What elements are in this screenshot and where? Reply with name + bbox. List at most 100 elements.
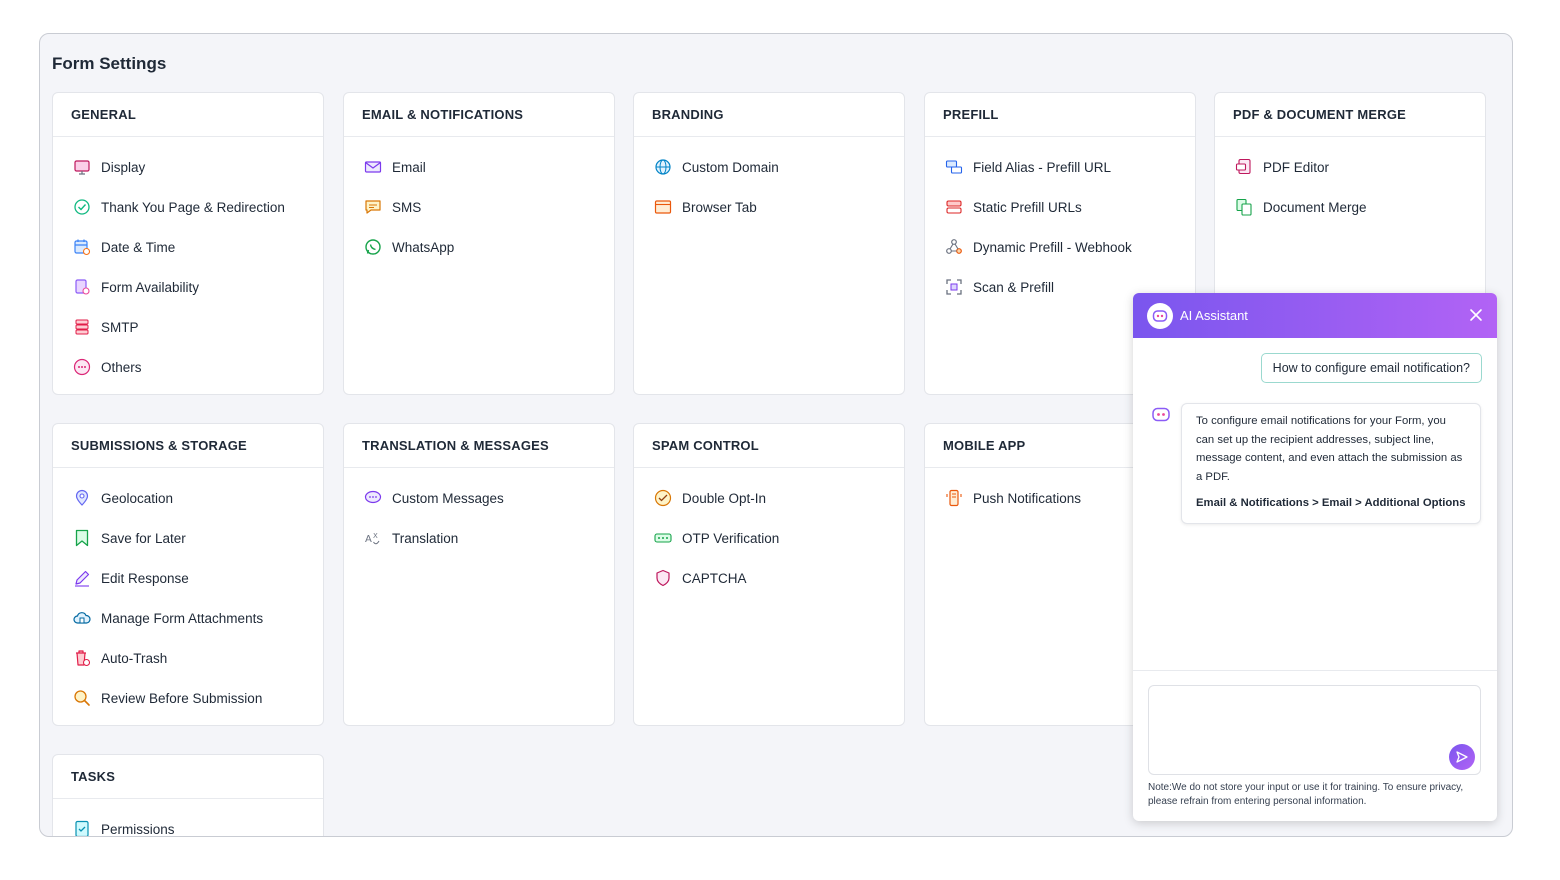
sms-icon [365, 200, 381, 214]
settings-item-label: Translation [392, 530, 459, 546]
settings-item-label: SMTP [101, 319, 139, 335]
section-title: EMAIL & NOTIFICATIONS [344, 93, 614, 137]
static-prefill-icon [946, 200, 962, 214]
settings-item-edit-response[interactable]: Edit Response [53, 558, 323, 598]
settings-item-static-prefill-urls[interactable]: Static Prefill URLs [925, 187, 1195, 227]
bot-message-text: To configure email notifications for you… [1196, 415, 1463, 483]
settings-item-label: Scan & Prefill [973, 279, 1055, 295]
send-button[interactable] [1449, 744, 1475, 770]
settings-item-display[interactable]: Display [53, 147, 323, 187]
ai-message-input[interactable] [1148, 685, 1481, 775]
settings-item-pdf-editor[interactable]: PDF Editor [1215, 147, 1485, 187]
section-title: BRANDING [634, 93, 904, 137]
section-items: Email SMS WhatsApp [344, 137, 614, 267]
settings-item-label: Browser Tab [682, 199, 757, 215]
display-icon [74, 160, 90, 175]
settings-item-custom-domain[interactable]: Custom Domain [634, 147, 904, 187]
settings-item-translation[interactable]: A X Translation [344, 518, 614, 558]
section-items: PDF Editor Document Merge [1215, 137, 1485, 227]
ai-assistant-title: AI Assistant [1180, 308, 1248, 323]
privacy-note: Note:We do not store your input or use i… [1148, 782, 1464, 807]
settings-item-thank-you-page-redirection[interactable]: Thank You Page & Redirection [53, 187, 323, 227]
section-card-spam-control: SPAM CONTROL Double Opt-In OTP Verificatio… [633, 423, 905, 726]
settings-item-date-time[interactable]: Date & Time [53, 227, 323, 267]
section-card-translation-messages: TRANSLATION & MESSAGES Custom Messages A X T… [343, 423, 615, 726]
settings-item-label: PDF Editor [1263, 159, 1330, 175]
bot-message: To configure email notifications for you… [1181, 403, 1481, 524]
section-items: Display Thank You Page & Redirection Date … [53, 137, 323, 387]
settings-item-manage-form-attachments[interactable]: Manage Form Attachments [53, 598, 323, 638]
settings-item-document-merge[interactable]: Document Merge [1215, 187, 1485, 227]
magnifier-icon [74, 690, 90, 706]
section-items: Double Opt-In OTP Verification CAPTCHA [634, 468, 904, 598]
section-title: PDF & DOCUMENT MERGE [1215, 93, 1485, 137]
bot-message-path[interactable]: Email & Notifications > Email > Addition… [1196, 494, 1466, 513]
globe-icon [655, 159, 671, 175]
settings-item-smtp[interactable]: SMTP [53, 307, 323, 347]
settings-item-label: Auto-Trash [101, 650, 168, 666]
otp-icon [654, 533, 672, 543]
permission-doc-icon [75, 820, 89, 836]
ai-assistant-header: AI Assistant [1133, 293, 1497, 338]
settings-item-label: SMS [392, 199, 422, 215]
settings-item-label: Document Merge [1263, 199, 1367, 215]
settings-item-auto-trash[interactable]: Auto-Trash [53, 638, 323, 678]
settings-item-email[interactable]: Email [344, 147, 614, 187]
settings-item-whatsapp[interactable]: WhatsApp [344, 227, 614, 267]
section-title: TASKS [53, 755, 323, 799]
settings-item-otp-verification[interactable]: OTP Verification [634, 518, 904, 558]
settings-item-sms[interactable]: SMS [344, 187, 614, 227]
section-items: Custom Domain Browser Tab [634, 137, 904, 227]
settings-item-permissions[interactable]: Permissions [53, 809, 323, 837]
settings-item-label: Edit Response [101, 570, 189, 586]
webhook-icon [946, 239, 962, 254]
section-card-general: GENERAL Display Thank You Page & Redirecti… [52, 92, 324, 395]
settings-item-field-alias-prefill-url[interactable]: Field Alias - Prefill URL [925, 147, 1195, 187]
settings-item-label: Display [101, 159, 146, 175]
double-check-icon [654, 489, 672, 507]
section-title: PREFILL [925, 93, 1195, 137]
settings-item-label: CAPTCHA [682, 570, 747, 586]
location-pin-icon [75, 489, 89, 506]
trash-clock-icon [76, 650, 91, 667]
settings-item-double-opt-in[interactable]: Double Opt-In [634, 478, 904, 518]
whatsapp-icon [365, 239, 381, 255]
section-card-tasks: TASKS Permissions [52, 754, 324, 837]
settings-item-label: Others [101, 359, 142, 375]
send-icon [1456, 751, 1468, 763]
settings-item-form-availability[interactable]: Form Availability [53, 267, 323, 307]
settings-item-label: Geolocation [101, 490, 174, 506]
settings-item-label: OTP Verification [682, 530, 780, 546]
settings-item-geolocation[interactable]: Geolocation [53, 478, 323, 518]
settings-item-label: Dynamic Prefill - Webhook [973, 239, 1132, 255]
settings-item-review-before-submission[interactable]: Review Before Submission [53, 678, 323, 718]
settings-item-captcha[interactable]: CAPTCHA [634, 558, 904, 598]
calendar-clock-icon [74, 239, 91, 256]
section-title: GENERAL [53, 93, 323, 137]
settings-item-label: Permissions [101, 821, 175, 837]
settings-item-dynamic-prefill-webhook[interactable]: Dynamic Prefill - Webhook [925, 227, 1195, 267]
settings-item-label: Custom Messages [392, 490, 504, 506]
settings-item-custom-messages[interactable]: Custom Messages [344, 478, 614, 518]
settings-item-label: Form Availability [101, 279, 200, 295]
check-circle-icon [74, 199, 90, 215]
settings-item-label: Push Notifications [973, 490, 1082, 506]
more-circle-icon [73, 358, 91, 376]
close-icon[interactable] [1467, 306, 1485, 324]
pencil-icon [75, 570, 90, 587]
page-title: Form Settings [52, 54, 167, 73]
chat-bubble-icon [364, 490, 382, 504]
ai-assistant-panel: AI Assistant How to configure email noti… [1133, 293, 1497, 821]
section-card-email-notifications: EMAIL & NOTIFICATIONS Email SMS WhatsApp [343, 92, 615, 395]
settings-item-browser-tab[interactable]: Browser Tab [634, 187, 904, 227]
settings-item-label: Review Before Submission [101, 690, 263, 706]
settings-item-label: Field Alias - Prefill URL [973, 159, 1112, 175]
section-items: Field Alias - Prefill URL Static Prefill … [925, 137, 1195, 307]
settings-item-save-for-later[interactable]: Save for Later [53, 518, 323, 558]
section-title: TRANSLATION & MESSAGES [344, 424, 614, 468]
settings-item-others[interactable]: Others [53, 347, 323, 387]
document-merge-icon [1236, 198, 1252, 216]
server-icon [75, 319, 89, 335]
settings-item-label: Save for Later [101, 530, 186, 546]
envelope-icon [364, 161, 382, 173]
